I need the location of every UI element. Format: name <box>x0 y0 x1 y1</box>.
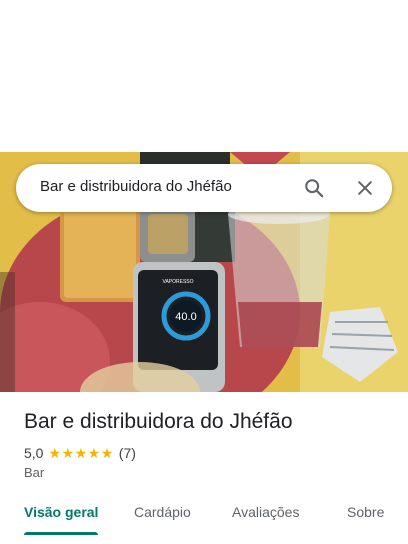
search-button[interactable] <box>302 176 326 200</box>
star-icon: ★ <box>100 445 114 461</box>
place-category[interactable]: Bar <box>24 465 44 480</box>
close-button[interactable] <box>353 176 377 200</box>
active-tab-indicator <box>24 532 98 535</box>
close-icon <box>358 181 372 195</box>
star-icon: ★ <box>48 445 62 461</box>
device-brand: VAPORESSO <box>162 279 193 285</box>
rating-value: 5,0 <box>24 445 44 461</box>
star-icon: ★ <box>87 445 101 461</box>
tab-overview[interactable]: Visão geral <box>24 504 98 520</box>
tab-reviews[interactable]: Avaliações <box>232 504 299 520</box>
search-icon <box>305 179 324 198</box>
review-count[interactable]: (7) <box>119 445 136 461</box>
place-tabs: Visão geral Cardápio Avaliações Sobre <box>0 496 408 536</box>
search-input[interactable]: Bar e distribuidora do Jhéfão <box>40 178 232 195</box>
device-reading: 40.0 <box>175 311 196 323</box>
rating-stars: ★ ★ ★ ★ ★ <box>48 446 113 460</box>
place-title: Bar e distribuidora do Jhéfão <box>24 410 293 433</box>
star-icon: ★ <box>74 445 88 461</box>
rating-row[interactable]: 5,0 ★ ★ ★ ★ ★ (7) <box>24 444 136 462</box>
search-bar[interactable]: Bar e distribuidora do Jhéfão <box>16 164 392 212</box>
tab-menu[interactable]: Cardápio <box>134 504 191 520</box>
star-icon: ★ <box>61 445 75 461</box>
tab-about[interactable]: Sobre <box>347 504 384 520</box>
